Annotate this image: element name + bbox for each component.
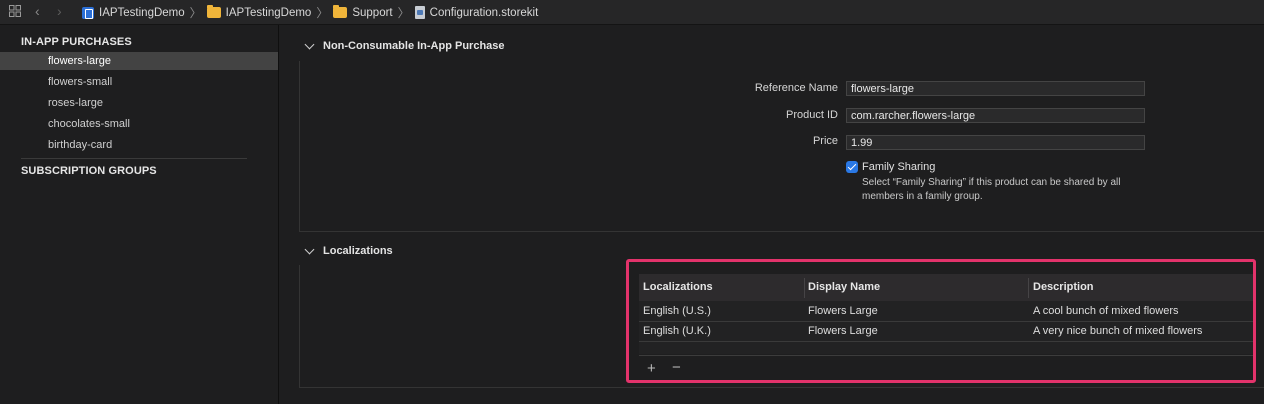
disclosure-chevron-down-icon[interactable]	[304, 244, 315, 255]
section-heading-in-app-purchases: IN-APP PURCHASES	[21, 36, 132, 48]
app-project-icon	[82, 6, 94, 19]
sidebar-divider	[21, 158, 247, 159]
breadcrumb-separator-icon: 〉	[189, 6, 202, 20]
highlight-annotation-box	[626, 259, 1256, 383]
section-title-localizations: Localizations	[323, 245, 393, 257]
product-id-label: Product ID	[786, 109, 838, 121]
breadcrumb-item-support[interactable]: Support	[333, 5, 393, 19]
jump-bar: ‹ › IAPTestingDemo 〉 IAPTestingDemo 〉 Su…	[0, 0, 1264, 25]
price-field[interactable]: 1.99	[846, 135, 1145, 150]
breadcrumb-label: IAPTestingDemo	[99, 6, 185, 19]
folder-icon	[206, 5, 221, 18]
forward-chevron-icon[interactable]: ›	[57, 3, 62, 19]
section-divider	[299, 231, 1264, 232]
breadcrumb-separator-icon: 〉	[316, 6, 329, 20]
storekit-editor: Non-Consumable In-App Purchase Reference…	[279, 25, 1264, 404]
disclosure-chevron-down-icon[interactable]	[304, 39, 315, 50]
folder-icon	[333, 5, 348, 18]
breadcrumb-label: Support	[352, 6, 393, 19]
help-line: members in a family group.	[862, 191, 983, 202]
section-left-rule	[299, 61, 300, 231]
breadcrumb-item-file[interactable]: Configuration.storekit	[414, 6, 539, 19]
reference-name-field[interactable]: flowers-large	[846, 81, 1145, 96]
sidebar-item-roses-large[interactable]: roses-large	[0, 94, 278, 112]
related-items-grid-icon[interactable]	[9, 5, 21, 17]
family-sharing-help-text: Select “Family Sharing” if this product …	[862, 176, 1162, 204]
sidebar-item-chocolates-small[interactable]: chocolates-small	[0, 115, 278, 133]
breadcrumb-separator-icon: 〉	[397, 6, 410, 20]
back-chevron-icon[interactable]: ‹	[35, 3, 40, 19]
reference-name-label: Reference Name	[754, 82, 838, 94]
breadcrumb-item-project[interactable]: IAPTestingDemo	[82, 6, 185, 19]
section-divider	[299, 387, 1264, 388]
sidebar: IN-APP PURCHASES flowers-large flowers-s…	[0, 25, 279, 404]
sidebar-item-flowers-small[interactable]: flowers-small	[0, 73, 278, 91]
breadcrumb-label: IAPTestingDemo	[225, 6, 312, 19]
product-id-field[interactable]: com.rarcher.flowers-large	[846, 108, 1145, 123]
breadcrumb: IAPTestingDemo 〉 IAPTestingDemo 〉 Suppor…	[82, 4, 538, 21]
help-line: Select “Family Sharing” if this product …	[862, 177, 1121, 188]
section-left-rule	[299, 265, 300, 387]
breadcrumb-label: Configuration.storekit	[429, 6, 539, 19]
family-sharing-label[interactable]: Family Sharing	[862, 161, 935, 173]
price-label: Price	[812, 135, 838, 147]
section-heading-subscription-groups[interactable]: SUBSCRIPTION GROUPS	[21, 165, 157, 177]
sidebar-item-birthday-card[interactable]: birthday-card	[0, 136, 278, 154]
storekit-file-icon	[414, 6, 425, 19]
breadcrumb-item-group[interactable]: IAPTestingDemo	[206, 5, 312, 19]
section-title-product: Non-Consumable In-App Purchase	[323, 40, 505, 52]
sidebar-item-flowers-large[interactable]: flowers-large	[0, 52, 278, 70]
family-sharing-checkbox[interactable]	[846, 161, 858, 173]
